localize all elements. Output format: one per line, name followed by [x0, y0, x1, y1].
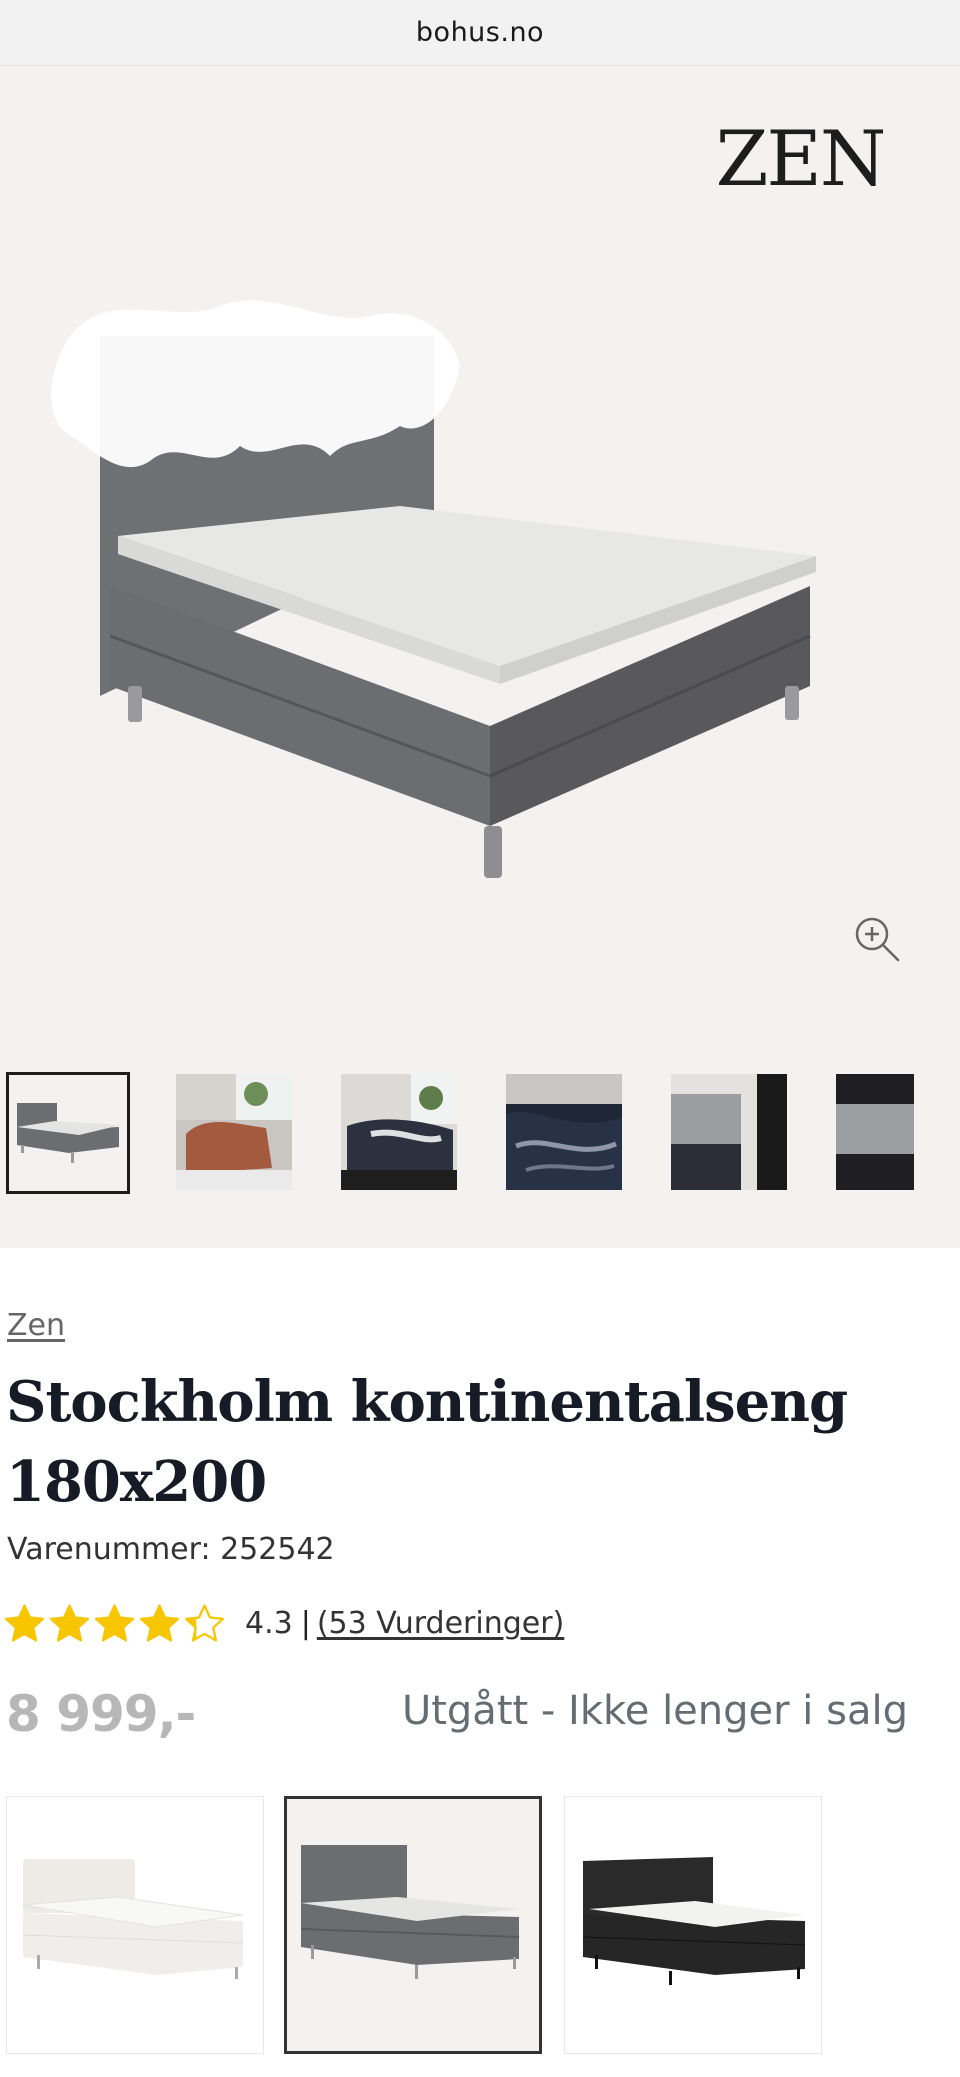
product-main-image[interactable] — [30, 246, 830, 886]
thumbnail-3[interactable] — [341, 1074, 457, 1190]
star-icon — [94, 1604, 135, 1642]
star-icon — [4, 1604, 45, 1642]
rating-separator: | — [300, 1605, 311, 1641]
brand-logo: ZEN — [715, 114, 887, 203]
rating-row: 4.3 | (53 Vurderinger) — [4, 1600, 564, 1646]
variant-selector — [0, 1796, 960, 2077]
product-price: 8 999,- — [6, 1685, 196, 1743]
product-title: Stockholm kontinentalseng 180x200 — [6, 1369, 848, 1515]
variant-white[interactable] — [6, 1796, 264, 2054]
rating-value: 4.3 — [245, 1605, 293, 1641]
browser-url-bar[interactable]: bohus.no — [0, 0, 960, 66]
star-icon — [49, 1604, 90, 1642]
thumbnail-strip — [0, 1066, 960, 1198]
thumbnail-6[interactable] — [836, 1074, 914, 1190]
url-text: bohus.no — [415, 17, 545, 48]
star-icon — [184, 1604, 225, 1642]
vendor-link[interactable]: Zen — [7, 1308, 65, 1343]
availability-status: Utgått - Ikke lenger i salg — [401, 1688, 908, 1734]
variant-grey[interactable] — [284, 1796, 542, 2054]
product-sku: Varenummer: 252542 — [7, 1532, 335, 1567]
variant-black[interactable] — [564, 1796, 822, 2054]
thumbnail-2[interactable] — [176, 1074, 292, 1190]
star-icon — [139, 1604, 180, 1642]
thumbnail-4[interactable] — [506, 1074, 622, 1190]
zoom-in-icon[interactable] — [852, 914, 902, 964]
thumbnail-1[interactable] — [6, 1072, 130, 1194]
reviews-link[interactable]: (53 Vurderinger) — [317, 1606, 564, 1641]
thumbnail-5[interactable] — [671, 1074, 787, 1190]
star-rating — [4, 1603, 225, 1643]
